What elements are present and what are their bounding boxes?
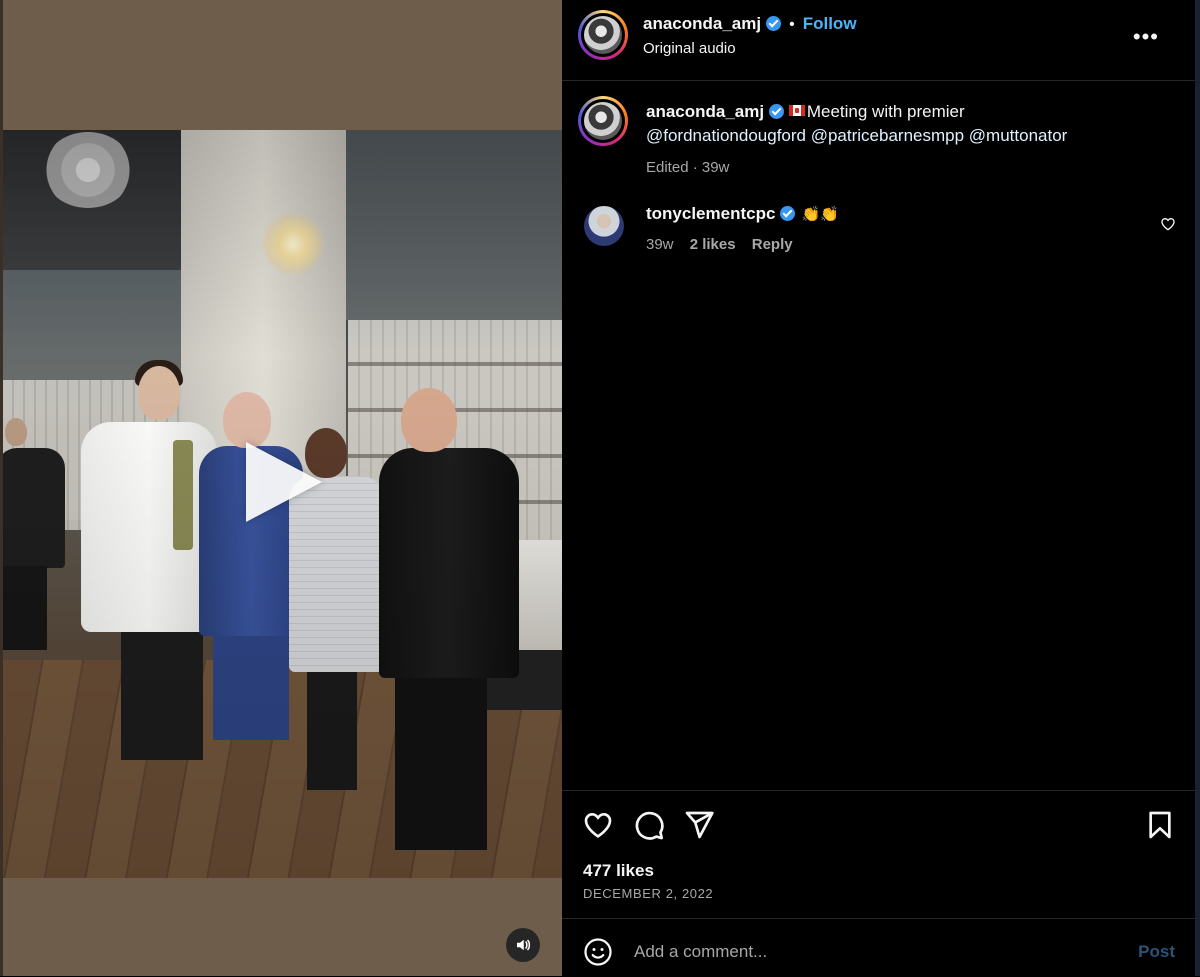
follow-button[interactable]: Follow <box>803 14 857 33</box>
comment-age[interactable]: 39w <box>646 236 674 253</box>
comment-input[interactable] <box>632 933 1116 971</box>
verified-badge-icon <box>769 104 785 119</box>
reply-button[interactable]: Reply <box>752 236 793 253</box>
play-icon[interactable] <box>246 442 322 522</box>
audio-label[interactable]: Original audio <box>643 40 736 57</box>
verified-badge-icon <box>780 206 796 221</box>
mute-button[interactable] <box>506 928 540 962</box>
mention-link[interactable]: @muttonator <box>969 126 1068 145</box>
comment-likes[interactable]: 2 likes <box>690 236 736 253</box>
post-button[interactable]: Post <box>1138 942 1175 962</box>
comment-composer: Post <box>562 918 1195 977</box>
comment-bubble-icon[interactable] <box>633 809 665 841</box>
speaker-icon <box>517 939 531 951</box>
window-edge <box>1195 0 1200 976</box>
verified-badge-icon <box>766 16 782 31</box>
separator-dot: • <box>789 16 795 33</box>
comment-meta: 39w 2 likes Reply <box>646 236 1126 253</box>
post-details: anaconda_amj • Follow Original audio ••• a… <box>562 0 1200 976</box>
mention-link[interactable]: @patricebarnesmpp <box>811 126 964 145</box>
heart-icon[interactable] <box>582 809 614 841</box>
bookmark-icon[interactable] <box>1144 809 1176 841</box>
more-options-icon[interactable]: ••• <box>1133 24 1159 50</box>
commenter-username[interactable]: tonyclementcpc <box>646 204 775 223</box>
caption-text: Meeting with premier <box>806 102 965 121</box>
paper-plane-icon[interactable] <box>683 809 715 841</box>
author-avatar[interactable] <box>578 10 628 60</box>
post-date: DECEMBER 2, 2022 <box>583 886 714 901</box>
post-header: anaconda_amj • Follow Original audio ••• <box>562 0 1195 81</box>
commenter-avatar[interactable] <box>584 206 624 246</box>
canada-flag-icon <box>788 105 805 116</box>
caption-author-username[interactable]: anaconda_amj <box>646 102 764 121</box>
author-username[interactable]: anaconda_amj <box>643 14 761 33</box>
comment-like-heart-icon[interactable] <box>1160 216 1176 232</box>
mention-link[interactable]: @fordnationdougford <box>646 126 806 145</box>
comment-item: tonyclementcpc 👏👏 39w 2 likes Reply <box>646 204 1126 253</box>
post-caption: anaconda_amj Meeting with premier @fordn… <box>646 100 1166 180</box>
likes-count[interactable]: 477 likes <box>583 861 654 881</box>
caption-author-avatar[interactable] <box>578 96 628 146</box>
header-title-row: anaconda_amj • Follow <box>643 14 857 34</box>
caption-meta: Edited · 39w <box>646 159 730 176</box>
media-pane <box>0 0 562 976</box>
comment-text: 👏👏 <box>801 206 839 223</box>
action-bar: 477 likes DECEMBER 2, 2022 <box>562 790 1195 919</box>
smiley-icon[interactable] <box>583 937 613 967</box>
